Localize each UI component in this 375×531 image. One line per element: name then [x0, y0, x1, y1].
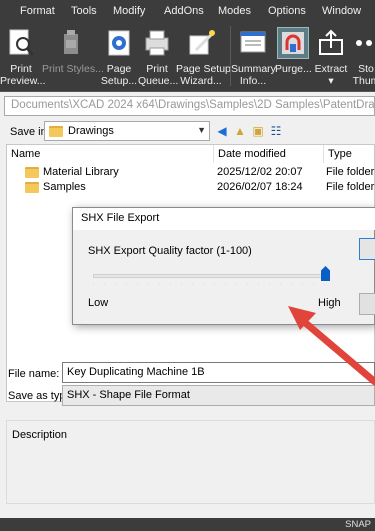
menu-modify[interactable]: Modify: [113, 5, 145, 17]
shx-dialog-title: SHX File Export: [73, 208, 375, 230]
file-date: 2026/02/07 18:24: [217, 181, 303, 193]
store-label1: Sto: [358, 63, 374, 75]
save-as-type-select[interactable]: SHX - Shape File Format: [62, 385, 375, 406]
nav-toolbar: ◀ ▲ ▣ ☷: [214, 123, 284, 139]
page-setup-label2: Setup...: [100, 75, 138, 87]
new-folder-icon[interactable]: ▣: [250, 123, 266, 139]
chevron-down-icon: ▼: [197, 125, 206, 135]
print-preview-label1: Print: [10, 63, 32, 75]
column-date[interactable]: Date modified: [214, 145, 324, 163]
quality-slider-track[interactable]: [93, 274, 329, 278]
print-preview-label2: Preview...: [0, 75, 46, 87]
page-setup-wizard-label1: Page Setup: [176, 63, 231, 75]
save-in-value: Drawings: [68, 125, 114, 137]
summary-info-label1: Summary: [231, 63, 276, 75]
cancel-button[interactable]: [359, 293, 375, 315]
print-queue-button[interactable]: Print Queue...: [138, 22, 179, 92]
page-setup-wizard-button[interactable]: Page Setup Wizard...: [176, 22, 231, 92]
store-label2: Thum: [352, 75, 375, 87]
file-name-label: File name:: [8, 368, 60, 380]
extract-dropdown-icon[interactable]: ▾: [313, 75, 349, 87]
view-menu-icon[interactable]: ☷: [268, 123, 284, 139]
print-queue-label1: Print: [146, 63, 168, 75]
ok-button[interactable]: [359, 238, 375, 260]
menu-modes[interactable]: Modes: [218, 5, 251, 17]
folder-icon: [25, 167, 39, 178]
page-setup-icon: [108, 30, 130, 56]
slider-ticks: [93, 284, 329, 285]
menu-options[interactable]: Options: [268, 5, 306, 17]
print-styles-button[interactable]: Print Styles...: [42, 22, 104, 92]
menu-tools[interactable]: Tools: [71, 5, 97, 17]
print-queue-label2: Queue...: [138, 75, 179, 87]
shx-export-dialog: SHX File Export SHX Export Quality facto…: [72, 207, 375, 325]
page-setup-wizard-label2: Wizard...: [180, 75, 222, 87]
file-type: File folder: [326, 166, 375, 178]
high-label: High: [318, 297, 341, 309]
summary-info-label2: Info...: [239, 75, 267, 87]
print-queue-icon: [145, 30, 169, 56]
back-icon[interactable]: ◀: [214, 123, 230, 139]
menu-format[interactable]: Format: [20, 5, 55, 17]
folder-icon: [49, 125, 63, 137]
page-setup-label1: Page: [106, 63, 132, 75]
column-name[interactable]: Name: [7, 145, 214, 163]
print-preview-icon: [9, 29, 35, 56]
file-name-input[interactable]: Key Duplicating Machine 1B: [62, 362, 375, 383]
folder-icon: [25, 182, 39, 193]
quality-slider-thumb[interactable]: [321, 266, 330, 281]
print-preview-button[interactable]: Print Preview...: [0, 22, 46, 92]
ribbon-toolbar: Print Preview... Print Styles... Page Setu…: [0, 22, 375, 92]
file-row-material-library[interactable]: Material Library 2025/12/02 20:07 File f…: [7, 165, 375, 180]
menu-addons[interactable]: AddOns: [164, 5, 204, 17]
purge-icon: [277, 27, 309, 59]
menu-window[interactable]: Window: [322, 5, 361, 17]
extract-label: Extract: [314, 63, 348, 75]
status-bar: SNAP: [0, 518, 375, 531]
file-name: Samples: [43, 181, 86, 193]
page-setup-button[interactable]: Page Setup...: [100, 22, 138, 92]
page-setup-wizard-icon: [189, 30, 215, 55]
more-icon: [356, 40, 372, 46]
summary-info-icon: [240, 31, 266, 53]
description-label: Description: [12, 429, 68, 441]
column-type[interactable]: Type: [324, 145, 375, 163]
purge-button[interactable]: Purge...: [275, 22, 312, 92]
file-row-samples[interactable]: Samples 2026/02/07 18:24 File folder: [7, 180, 375, 195]
purge-label: Purge...: [275, 63, 312, 75]
menu-bar: Format Tools Modify AddOns Modes Options…: [0, 0, 375, 22]
file-name: Material Library: [43, 166, 119, 178]
save-in-select[interactable]: Drawings ▼: [44, 121, 210, 141]
snap-toggle[interactable]: SNAP: [345, 519, 371, 530]
file-type: File folder: [326, 181, 375, 193]
summary-info-button[interactable]: Summary Info...: [231, 22, 276, 92]
extract-button[interactable]: Extract ▾: [313, 22, 349, 92]
file-date: 2025/12/02 20:07: [217, 166, 303, 178]
store-thumbnail-button[interactable]: StoThum: [349, 22, 375, 92]
quality-factor-label: SHX Export Quality factor (1-100): [88, 245, 252, 257]
extract-icon: [319, 29, 343, 55]
up-folder-icon[interactable]: ▲: [232, 123, 248, 139]
print-styles-label: Print Styles...: [42, 63, 104, 75]
path-bar[interactable]: Documents\XCAD 2024 x64\Drawings\Samples…: [4, 96, 375, 116]
low-label: Low: [88, 297, 109, 309]
print-styles-icon: [64, 30, 78, 54]
